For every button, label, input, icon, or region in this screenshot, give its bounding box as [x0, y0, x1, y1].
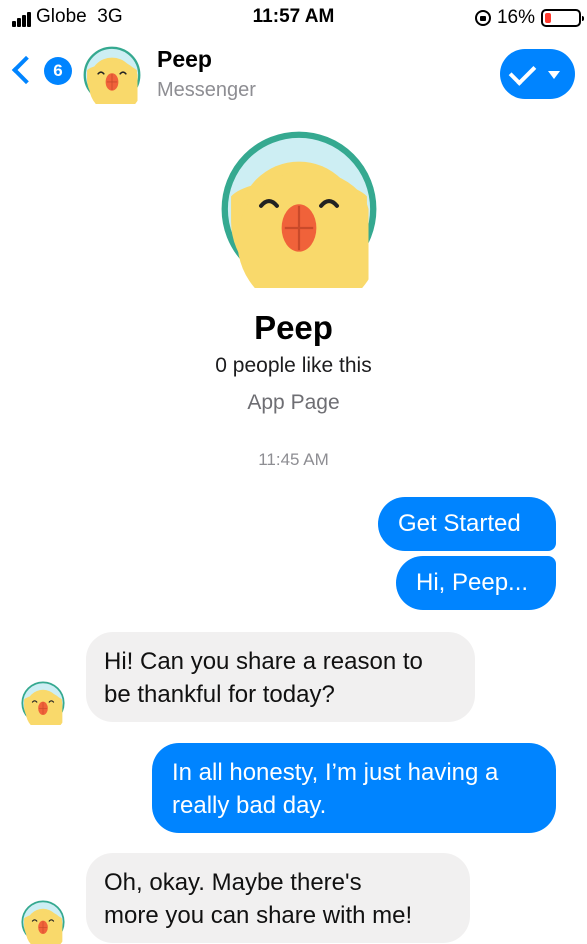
message-text: Get Started: [398, 510, 521, 537]
message-line: really bad day.: [172, 792, 327, 819]
profile-name: Peep: [254, 309, 333, 346]
message-line: In all honesty, I’m just having a: [172, 759, 499, 786]
profile-category: App Page: [247, 391, 340, 414]
back-button[interactable]: 6: [11, 55, 76, 88]
contact-subtitle: Messenger: [157, 79, 256, 101]
outgoing-message[interactable]: Hi, Peep...: [396, 556, 556, 610]
conversation-header: 6 Peep Messenger: [0, 36, 587, 114]
outgoing-message[interactable]: Get Started: [378, 497, 556, 551]
profile-avatar[interactable]: [220, 130, 378, 288]
status-bar: Globe 3G 11:57 AM 16%: [0, 0, 587, 36]
battery-area: 16%: [474, 6, 584, 30]
checkmark-icon: [508, 58, 537, 86]
message-text: Hi, Peep...: [416, 569, 529, 596]
message-line: be thankful for today?: [104, 681, 335, 708]
profile-likes: 0 people like this: [215, 354, 372, 377]
outgoing-message[interactable]: In all honesty, I’m just having a really…: [152, 743, 556, 833]
incoming-message[interactable]: Hi! Can you share a reason to be thankfu…: [86, 632, 475, 722]
message-timestamp: 11:45 AM: [258, 450, 329, 469]
message-line: more you can share with me!: [104, 902, 413, 929]
caret-down-icon: [548, 71, 560, 79]
battery-icon: [541, 9, 584, 27]
unread-count-badge: 6: [44, 57, 72, 85]
contact-name[interactable]: Peep: [157, 46, 212, 73]
checkmark-menu-button[interactable]: [500, 49, 575, 99]
header-avatar[interactable]: [83, 46, 141, 104]
battery-percent: 16%: [496, 7, 535, 28]
message-line: Oh, okay. Maybe there's: [104, 869, 362, 896]
incoming-message[interactable]: Oh, okay. Maybe there's more you can sha…: [86, 853, 470, 943]
bot-avatar[interactable]: [21, 900, 65, 944]
orientation-lock-icon: [474, 10, 491, 26]
back-chevron-icon: [11, 55, 41, 85]
message-line: Hi! Can you share a reason to: [104, 648, 423, 675]
bot-avatar[interactable]: [21, 681, 65, 725]
